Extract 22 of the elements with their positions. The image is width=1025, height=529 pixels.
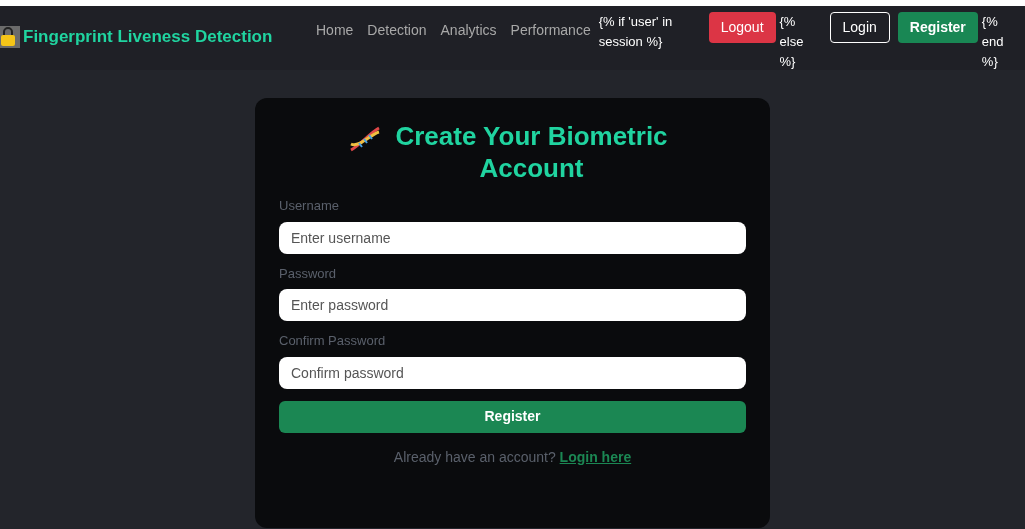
logout-button[interactable]: Logout (708, 12, 776, 43)
template-text: {% else %} (779, 13, 805, 71)
form-title: Create Your Biometric Account (394, 120, 669, 184)
nav-link[interactable]: Home (316, 20, 354, 41)
template-text: {% if 'user' in session %} (598, 13, 674, 51)
field-label: Password (279, 264, 338, 283)
nav-link[interactable]: Detection (367, 20, 427, 41)
submit-button[interactable]: Register (279, 400, 746, 433)
nav-link[interactable]: Analytics (440, 20, 497, 41)
register-button[interactable]: Register (897, 12, 978, 43)
login-button[interactable]: Login (829, 12, 890, 43)
template-text: {% end %} (981, 13, 1005, 71)
footer-text: Already have an account? (393, 448, 557, 465)
input-field[interactable]: Enter password (279, 289, 746, 321)
input-field[interactable]: Enter username (279, 221, 746, 254)
field-label: Confirm Password (279, 332, 387, 350)
nav-link[interactable]: Performance (510, 20, 591, 41)
field-label: Username (279, 197, 340, 215)
brand-title[interactable]: Fingerprint Liveness Detection (23, 24, 273, 50)
input-field[interactable]: Confirm password (279, 356, 746, 389)
dna-icon (348, 126, 381, 152)
login-link[interactable]: Login here (559, 448, 632, 465)
